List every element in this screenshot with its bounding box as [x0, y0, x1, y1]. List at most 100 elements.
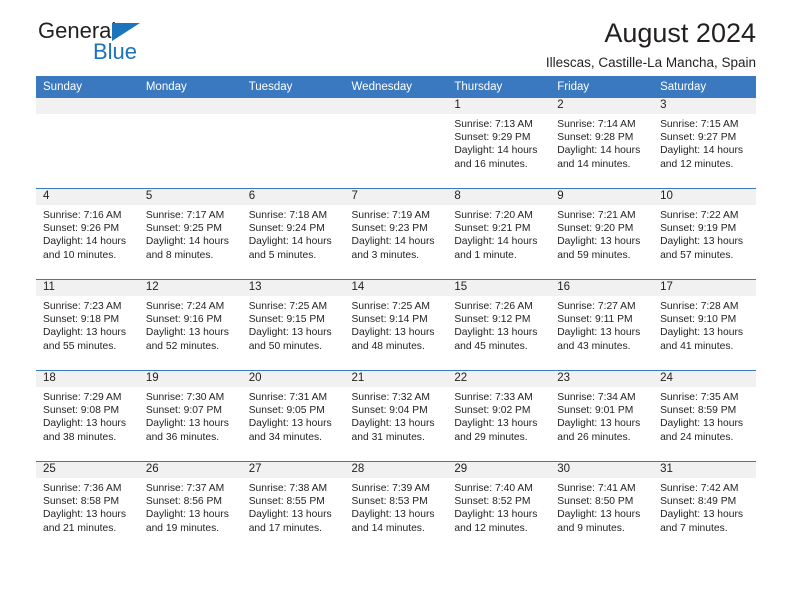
calendar-cell-empty [241, 98, 345, 189]
day-sun-info: Sunrise: 7:16 AM Sunset: 9:26 PM Daylight:… [36, 206, 139, 262]
sunset-text: Sunset: 9:25 PM [145, 223, 222, 235]
day-number: 7 [344, 189, 448, 206]
calendar-week-row: 1 Sunrise: 7:13 AM Sunset: 9:29 PM Daylight… [36, 98, 756, 189]
day-sun-info: Sunrise: 7:27 AM Sunset: 9:11 PM Daylight:… [550, 297, 653, 353]
sunrise-text: Sunrise: 7:31 AM [248, 392, 328, 403]
sunrise-text: Sunrise: 7:22 AM [660, 210, 739, 221]
calendar-day-cell[interactable]: 21 Sunrise: 7:32 AM Sunset: 9:04 PM Dayligh… [344, 370, 448, 462]
day-number: 16 [550, 280, 654, 297]
day-sun-info: Sunrise: 7:21 AM Sunset: 9:20 PM Daylight:… [550, 206, 653, 262]
sunset-text: Sunset: 9:12 PM [454, 314, 531, 326]
daylight-text-line1: Daylight: 14 hours [43, 236, 126, 248]
daylight-text-line2: and 41 minutes. [660, 340, 734, 352]
daylight-text-line2: and 9 minutes. [557, 522, 625, 534]
sunrise-text: Sunrise: 7:41 AM [557, 483, 636, 494]
sunrise-text: Sunrise: 7:40 AM [454, 483, 533, 494]
calendar-day-cell[interactable]: 12 Sunrise: 7:24 AM Sunset: 9:16 PM Dayligh… [138, 279, 242, 371]
calendar-day-cell[interactable]: 20 Sunrise: 7:31 AM Sunset: 9:05 PM Dayligh… [241, 370, 345, 462]
sunset-text: Sunset: 9:20 PM [557, 223, 634, 235]
day-number: 4 [36, 189, 139, 206]
day-cell-inner [36, 98, 139, 188]
day-cell-inner: 26 Sunrise: 7:37 AM Sunset: 8:56 PM Dayligh… [138, 462, 242, 552]
day-cell-inner: 16 Sunrise: 7:27 AM Sunset: 9:11 PM Dayligh… [550, 280, 654, 370]
daylight-text-line2: and 19 minutes. [145, 522, 220, 534]
day-sun-info: Sunrise: 7:39 AM Sunset: 8:53 PM Daylight:… [345, 479, 448, 535]
sunrise-text: Sunrise: 7:17 AM [145, 210, 225, 221]
calendar-day-cell[interactable]: 19 Sunrise: 7:30 AM Sunset: 9:07 PM Dayligh… [138, 370, 242, 462]
calendar-day-cell[interactable]: 28 Sunrise: 7:39 AM Sunset: 8:53 PM Dayligh… [344, 461, 448, 552]
sunset-text: Sunset: 9:21 PM [454, 223, 531, 235]
day-cell-inner: 6 Sunrise: 7:18 AM Sunset: 9:24 PM Daylight… [241, 189, 345, 279]
calendar-day-cell[interactable]: 5 Sunrise: 7:17 AM Sunset: 9:25 PM Daylight… [138, 188, 242, 280]
day-number: 12 [138, 280, 242, 297]
sunset-text: Sunset: 9:04 PM [351, 405, 428, 417]
calendar-day-cell[interactable]: 25 Sunrise: 7:36 AM Sunset: 8:58 PM Dayligh… [36, 461, 139, 552]
day-number: 13 [241, 280, 345, 297]
daylight-text-line1: Daylight: 13 hours [248, 509, 332, 521]
calendar-day-cell[interactable]: 3 Sunrise: 7:15 AM Sunset: 9:27 PM Daylight… [653, 98, 756, 189]
calendar-day-cell[interactable]: 10 Sunrise: 7:22 AM Sunset: 9:19 PM Dayligh… [653, 188, 756, 280]
day-number: 2 [550, 98, 654, 115]
calendar-day-cell[interactable]: 31 Sunrise: 7:42 AM Sunset: 8:49 PM Dayligh… [653, 461, 756, 552]
day-cell-inner: 20 Sunrise: 7:31 AM Sunset: 9:05 PM Dayligh… [241, 371, 345, 461]
daylight-text-line2: and 3 minutes. [351, 249, 420, 261]
calendar-day-cell[interactable]: 15 Sunrise: 7:26 AM Sunset: 9:12 PM Dayligh… [447, 279, 551, 371]
daylight-text-line2: and 57 minutes. [660, 249, 734, 261]
calendar-day-cell[interactable]: 1 Sunrise: 7:13 AM Sunset: 9:29 PM Daylight… [447, 98, 551, 189]
calendar-day-cell[interactable]: 11 Sunrise: 7:23 AM Sunset: 9:18 PM Dayligh… [36, 279, 139, 371]
calendar-day-cell[interactable]: 27 Sunrise: 7:38 AM Sunset: 8:55 PM Dayligh… [241, 461, 345, 552]
calendar-day-cell[interactable]: 7 Sunrise: 7:19 AM Sunset: 9:23 PM Daylight… [344, 188, 448, 280]
day-cell-inner: 13 Sunrise: 7:25 AM Sunset: 9:15 PM Dayligh… [241, 280, 345, 370]
weekday-header-wednesday: Wednesday [344, 76, 448, 98]
sunset-text: Sunset: 9:16 PM [145, 314, 222, 326]
calendar-day-cell[interactable]: 29 Sunrise: 7:40 AM Sunset: 8:52 PM Dayligh… [447, 461, 551, 552]
daylight-text-line2: and 31 minutes. [351, 431, 425, 443]
day-cell-inner: 12 Sunrise: 7:24 AM Sunset: 9:16 PM Dayligh… [138, 280, 242, 370]
day-cell-inner: 15 Sunrise: 7:26 AM Sunset: 9:12 PM Dayligh… [447, 280, 551, 370]
page-header: General Blue August 2024 Illescas, Casti… [36, 0, 756, 72]
calendar-day-cell[interactable]: 17 Sunrise: 7:28 AM Sunset: 9:10 PM Dayligh… [653, 279, 756, 371]
calendar-day-cell[interactable]: 14 Sunrise: 7:25 AM Sunset: 9:14 PM Dayligh… [344, 279, 448, 371]
weekday-header-friday: Friday [550, 76, 654, 98]
calendar-cell-empty [138, 98, 242, 189]
calendar-day-cell[interactable]: 2 Sunrise: 7:14 AM Sunset: 9:28 PM Daylight… [550, 98, 654, 189]
sunrise-text: Sunrise: 7:23 AM [43, 301, 122, 312]
calendar-day-cell[interactable]: 16 Sunrise: 7:27 AM Sunset: 9:11 PM Dayligh… [550, 279, 654, 371]
sunrise-text: Sunrise: 7:19 AM [351, 210, 430, 221]
daylight-text-line1: Daylight: 13 hours [454, 327, 538, 339]
sunset-text: Sunset: 8:52 PM [454, 496, 531, 508]
day-cell-inner: 8 Sunrise: 7:20 AM Sunset: 9:21 PM Daylight… [447, 189, 551, 279]
day-number: 11 [36, 280, 139, 297]
calendar-day-cell[interactable]: 24 Sunrise: 7:35 AM Sunset: 8:59 PM Dayligh… [653, 370, 756, 462]
general-blue-logo[interactable]: General Blue [36, 18, 216, 70]
daylight-text-line2: and 17 minutes. [248, 522, 322, 534]
sunset-text: Sunset: 8:59 PM [660, 405, 737, 417]
calendar-day-cell[interactable]: 22 Sunrise: 7:33 AM Sunset: 9:02 PM Dayligh… [447, 370, 551, 462]
calendar-day-cell[interactable]: 26 Sunrise: 7:37 AM Sunset: 8:56 PM Dayligh… [138, 461, 242, 552]
sunrise-text: Sunrise: 7:21 AM [557, 210, 636, 221]
day-sun-info: Sunrise: 7:31 AM Sunset: 9:05 PM Daylight:… [242, 388, 345, 444]
calendar-day-cell[interactable]: 9 Sunrise: 7:21 AM Sunset: 9:20 PM Daylight… [550, 188, 654, 280]
day-sun-info: Sunrise: 7:35 AM Sunset: 8:59 PM Daylight:… [653, 388, 756, 444]
weekday-header-tuesday: Tuesday [241, 76, 345, 98]
calendar-day-cell[interactable]: 8 Sunrise: 7:20 AM Sunset: 9:21 PM Daylight… [447, 188, 551, 280]
day-cell-inner [138, 98, 242, 188]
day-cell-inner: 10 Sunrise: 7:22 AM Sunset: 9:19 PM Dayligh… [653, 189, 756, 279]
sunrise-text: Sunrise: 7:25 AM [351, 301, 430, 312]
daylight-text-line2: and 14 minutes. [557, 158, 631, 170]
day-number: 28 [344, 462, 448, 479]
daylight-text-line2: and 1 minute. [454, 249, 517, 261]
sunrise-text: Sunrise: 7:33 AM [454, 392, 533, 403]
calendar-day-cell[interactable]: 13 Sunrise: 7:25 AM Sunset: 9:15 PM Dayligh… [241, 279, 345, 371]
day-cell-inner: 5 Sunrise: 7:17 AM Sunset: 9:25 PM Daylight… [138, 189, 242, 279]
calendar-day-cell[interactable]: 18 Sunrise: 7:29 AM Sunset: 9:08 PM Dayligh… [36, 370, 139, 462]
daylight-text-line2: and 21 minutes. [43, 522, 117, 534]
calendar-day-cell[interactable]: 30 Sunrise: 7:41 AM Sunset: 8:50 PM Dayligh… [550, 461, 654, 552]
day-sun-info: Sunrise: 7:28 AM Sunset: 9:10 PM Daylight:… [653, 297, 756, 353]
sunset-text: Sunset: 9:15 PM [248, 314, 325, 326]
calendar-day-cell[interactable]: 6 Sunrise: 7:18 AM Sunset: 9:24 PM Daylight… [241, 188, 345, 280]
calendar-day-cell[interactable]: 23 Sunrise: 7:34 AM Sunset: 9:01 PM Dayligh… [550, 370, 654, 462]
calendar-cell-empty [36, 98, 139, 189]
daylight-text-line1: Daylight: 13 hours [351, 418, 435, 430]
calendar-day-cell[interactable]: 4 Sunrise: 7:16 AM Sunset: 9:26 PM Daylight… [36, 188, 139, 280]
